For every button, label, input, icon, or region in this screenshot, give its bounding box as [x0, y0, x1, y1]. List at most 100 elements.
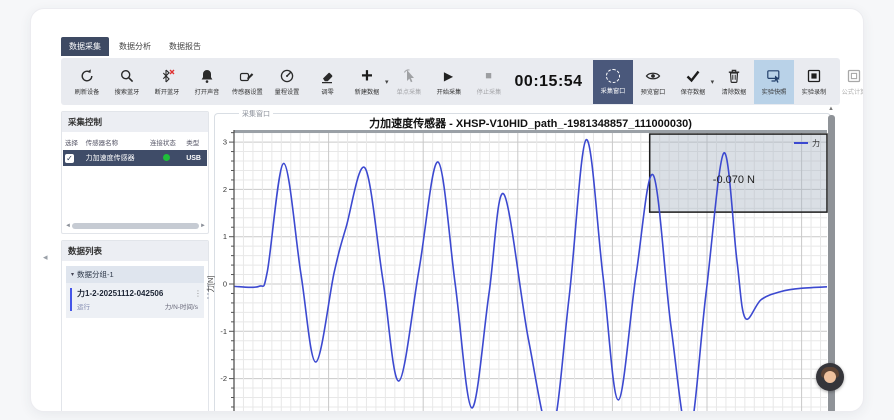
button-label: 公式计算	[842, 86, 864, 96]
avatar-face	[824, 371, 836, 383]
data-item-status: 运行	[77, 301, 90, 311]
data-item-title: 力1-2-20251112-042506	[77, 288, 200, 299]
data-group-header[interactable]: ▾ 数据分组-1	[66, 266, 204, 283]
collect-control-panel: 采集控制 选择 传感器名称 连接状态 类型 ✓ 力加速度传感器 USB ◄ ►	[61, 111, 209, 234]
force-time-chart[interactable]: 3210-1-2力[N]-0.070 N力	[204, 130, 829, 412]
data-group-body: 力1-2-20251112-042506 ⋮ 运行 力/N-时间/s	[66, 283, 204, 318]
toolbar-group-window: 采集窗口 预览窗口 保存数据 ▾	[593, 60, 755, 104]
button-label: 实验快照	[762, 86, 787, 96]
horizontal-scrollbar[interactable]: ◄ ►	[65, 222, 206, 230]
toolbar-group-collect: + 新建数据 ▾ 单点采集 ▶ 开始采集 ■ 停止采集	[347, 60, 509, 104]
button-label: 调零	[321, 86, 333, 96]
button-label: 保存数据	[680, 86, 705, 96]
toolbar: 刷新设备 搜索蓝牙 断开蓝牙	[61, 58, 840, 105]
disconnect-bluetooth-button[interactable]: 断开蓝牙	[147, 60, 187, 104]
assistant-avatar-button[interactable]	[816, 363, 844, 391]
experiment-record-button[interactable]: 实验录制	[794, 60, 834, 104]
eye-icon	[645, 68, 661, 84]
formula-calc-button[interactable]: 公式计算	[834, 60, 864, 104]
button-label: 停止采集	[476, 86, 501, 96]
zero-adjust-button[interactable]: 调零	[307, 60, 347, 104]
scrollbar-up-icon[interactable]: ▲	[828, 106, 834, 112]
list-item[interactable]: 力1-2-20251112-042506 ⋮ 运行 力/N-时间/s	[70, 288, 200, 311]
button-label: 量程设置	[275, 86, 300, 96]
tab-data-report[interactable]: 数据报告	[161, 37, 209, 56]
svg-text:0: 0	[223, 280, 227, 289]
toolbar-group-device: 刷新设备 搜索蓝牙 断开蓝牙	[67, 60, 227, 104]
monitor-pointer-icon	[766, 68, 782, 84]
svg-text:-0.070 N: -0.070 N	[713, 174, 755, 186]
panel-title: 数据列表	[62, 241, 208, 261]
svg-text:-1: -1	[220, 327, 227, 336]
item-menu-icon[interactable]: ⋮	[194, 289, 202, 298]
formula-icon	[846, 68, 862, 84]
button-label: 单点采集	[396, 86, 421, 96]
app-window: 数据采集 数据分析 数据报告 刷新设备 搜索蓝牙	[30, 8, 864, 412]
single-point-collect-button[interactable]: 单点采集	[389, 60, 429, 104]
status-dot	[163, 154, 170, 161]
preview-window-button[interactable]: 预览窗口	[633, 60, 673, 104]
search-bluetooth-button[interactable]: 搜索蓝牙	[107, 60, 147, 104]
col-status: 连接状态	[148, 134, 184, 150]
dashed-circle-icon	[606, 69, 620, 83]
clear-data-button[interactable]: 清除数据	[714, 60, 754, 104]
start-collect-button[interactable]: ▶ 开始采集	[429, 60, 469, 104]
play-icon: ▶	[444, 68, 453, 84]
svg-text:2: 2	[223, 185, 227, 194]
sensor-checkbox[interactable]: ✓	[65, 154, 74, 163]
pointer-icon	[401, 68, 417, 84]
collect-timer: 00:15:54	[515, 73, 583, 91]
button-label: 搜索蓝牙	[115, 86, 140, 96]
open-sound-button[interactable]: 打开声音	[187, 60, 227, 104]
bluetooth-disconnect-icon	[159, 68, 175, 84]
sensor-table-header: 选择 传感器名称 连接状态 类型	[63, 134, 207, 150]
stop-collect-button[interactable]: ■ 停止采集	[469, 60, 509, 104]
button-label: 打开声音	[195, 86, 220, 96]
data-group-label: 数据分组-1	[77, 269, 114, 280]
table-row[interactable]: ✓ 力加速度传感器 USB	[63, 150, 207, 166]
svg-text:-2: -2	[220, 374, 227, 383]
col-select: 选择	[63, 134, 84, 150]
gauge-icon	[279, 68, 295, 84]
expand-icon: ▾	[71, 271, 74, 278]
collect-window-button[interactable]: 采集窗口	[593, 60, 633, 104]
scroll-left-icon[interactable]: ◄	[65, 222, 71, 230]
button-label: 采集窗口	[600, 85, 625, 95]
button-label: 预览窗口	[640, 86, 665, 96]
button-label: 新建数据	[355, 86, 380, 96]
sensor-table: 选择 传感器名称 连接状态 类型 ✓ 力加速度传感器 USB	[63, 134, 207, 166]
sensor-settings-icon	[239, 68, 255, 84]
col-sensor-name: 传感器名称	[84, 134, 148, 150]
tab-data-analysis[interactable]: 数据分析	[111, 37, 159, 56]
button-label: 传感器设置	[232, 86, 263, 96]
button-label: 断开蓝牙	[155, 86, 180, 96]
trash-icon	[726, 68, 742, 84]
sidebar-collapse-icon[interactable]: ◂	[43, 252, 48, 263]
svg-text:3: 3	[223, 138, 227, 147]
button-label: 实验录制	[802, 86, 827, 96]
tab-data-collect[interactable]: 数据采集	[61, 37, 109, 56]
scrollbar-thumb[interactable]	[72, 223, 199, 229]
record-icon	[806, 68, 822, 84]
button-label: 清除数据	[722, 86, 747, 96]
range-settings-button[interactable]: 量程设置	[267, 60, 307, 104]
data-item-series: 力/N-时间/s	[165, 301, 198, 311]
save-data-button[interactable]: 保存数据	[673, 60, 713, 104]
refresh-icon	[79, 68, 95, 84]
sensor-settings-button[interactable]: 传感器设置	[227, 60, 267, 104]
stop-icon: ■	[485, 68, 492, 84]
sensor-name: 力加速度传感器	[84, 150, 148, 166]
toolbar-group-settings: 传感器设置 量程设置 调零	[227, 60, 347, 104]
svg-text:力: 力	[812, 138, 820, 148]
bell-icon	[199, 68, 215, 84]
button-label: 开始采集	[436, 86, 461, 96]
plus-icon: +	[361, 68, 373, 84]
check-icon	[685, 68, 701, 84]
button-label: 刷新设备	[75, 86, 100, 96]
chart-title: 力加速度传感器 - XHSP-V10HID_path_-1981348857_1…	[234, 115, 827, 131]
new-data-button[interactable]: + 新建数据	[347, 60, 387, 104]
main-tabbar: 数据采集 数据分析 数据报告	[61, 37, 209, 56]
experiment-snapshot-button[interactable]: 实验快照	[754, 60, 794, 104]
refresh-device-button[interactable]: 刷新设备	[67, 60, 107, 104]
svg-text:1: 1	[223, 232, 227, 241]
